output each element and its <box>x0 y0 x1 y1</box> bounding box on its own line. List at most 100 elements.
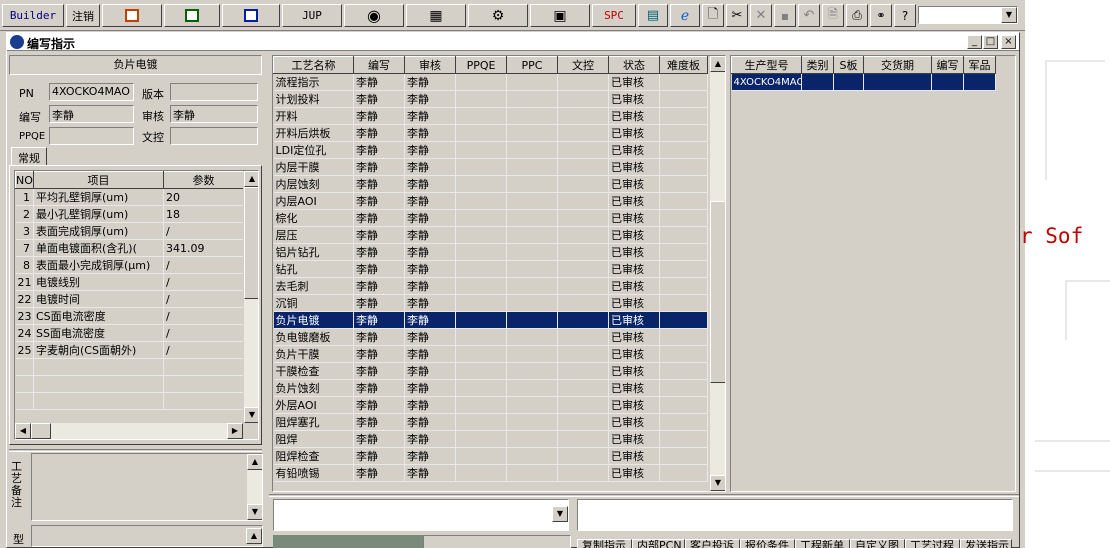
spc-button[interactable]: SPC <box>592 4 636 27</box>
process-header-0[interactable]: 工艺名称 <box>273 56 354 74</box>
process-row[interactable]: 负电镀磨板 李静 李静 已审核 <box>273 328 708 346</box>
process-row[interactable]: LDI定位孔 李静 李静 已审核 <box>273 141 708 159</box>
doc-control-field[interactable] <box>170 127 258 145</box>
product-row[interactable]: 4XOCKO4MAO <box>731 73 996 91</box>
process-header-1[interactable]: 编写 <box>353 56 405 74</box>
process-row[interactable]: 有铅喷锡 李静 李静 已审核 <box>273 464 708 482</box>
scroll-up-icon[interactable]: ▲ <box>247 454 262 470</box>
param-row[interactable]: 3 表面完成铜厚(um) / <box>15 222 244 240</box>
close-x-button[interactable]: ✕ <box>750 4 772 27</box>
presentation-button[interactable] <box>102 4 162 27</box>
product-header-2[interactable]: S板 <box>833 56 864 74</box>
product-header-1[interactable]: 类别 <box>801 56 834 74</box>
process-header-2[interactable]: 审核 <box>404 56 456 74</box>
product-header-4[interactable]: 编写 <box>931 56 964 74</box>
scroll-down-icon[interactable]: ▼ <box>244 407 258 423</box>
scroll-up-icon[interactable]: ▲ <box>710 56 725 72</box>
process-row[interactable]: 外层AOI 李静 李静 已审核 <box>273 396 708 414</box>
process-header-4[interactable]: PPC <box>506 56 558 74</box>
bottom-tab-3[interactable]: 报价条件 <box>740 539 795 548</box>
preview-button[interactable]: 🗎 <box>822 4 844 27</box>
process-header-5[interactable]: 文控 <box>557 56 609 74</box>
process-note-box[interactable]: ▲ ▼ <box>31 453 263 521</box>
pn-field[interactable]: 4XOCKO4MAO <box>49 83 134 101</box>
chevron-down-icon[interactable]: ▼ <box>1001 7 1017 23</box>
bottom-tab-6[interactable]: 工艺过程 <box>905 539 960 548</box>
process-row[interactable]: 内层蚀刻 李静 李静 已审核 <box>273 175 708 193</box>
param-row[interactable]: 23 CS面电流密度 / <box>15 307 244 325</box>
bottom-tab-4[interactable]: 工程新单 <box>795 539 850 548</box>
tab-general[interactable]: 常规 <box>11 147 47 166</box>
process-header-3[interactable]: PPQE <box>455 56 507 74</box>
param-row[interactable]: 25 字麦朝向(CS面朝外) / <box>15 341 244 359</box>
param-row[interactable]: 7 单面电镀面积(含孔)(341.09 <box>15 239 244 257</box>
process-row[interactable]: 负片蚀刻 李静 李静 已审核 <box>273 379 708 397</box>
param-header-1[interactable]: 项目 <box>33 171 164 189</box>
process-row[interactable]: 沉铜 李静 李静 已审核 <box>273 294 708 312</box>
process-row[interactable]: 开料后烘板 李静 李静 已审核 <box>273 124 708 142</box>
process-row[interactable]: 负片电镀 李静 李静 已审核 <box>273 311 708 329</box>
process-row[interactable]: 负片干膜 李静 李静 已审核 <box>273 345 708 363</box>
close-button[interactable]: × <box>1001 35 1016 49</box>
param-row[interactable]: 24 SS面电流密度 / <box>15 324 244 342</box>
process-header-6[interactable]: 状态 <box>608 56 660 74</box>
process-header-7[interactable]: 难度板 <box>659 56 708 74</box>
process-row[interactable]: 阻焊检查 李静 李静 已审核 <box>273 447 708 465</box>
toolbar-combo[interactable]: ▼ <box>918 6 1018 24</box>
param-vscroll[interactable]: ▲ ▼ <box>243 171 258 423</box>
product-header-5[interactable]: 军品 <box>963 56 996 74</box>
param-hscroll[interactable]: ◀ ▶ <box>15 423 243 439</box>
jup-button[interactable]: JUP <box>282 4 342 27</box>
process-row[interactable]: 开料 李静 李静 已审核 <box>273 107 708 125</box>
scroll-up-icon[interactable]: ▲ <box>246 528 262 544</box>
scroll-thumb[interactable] <box>710 201 725 383</box>
bottom-tab-0[interactable]: 复制指示 <box>577 539 632 548</box>
builder-button[interactable]: Builder <box>2 4 64 27</box>
undo-button[interactable]: ↶ <box>798 4 820 27</box>
ppqe-field[interactable] <box>49 127 134 145</box>
review-field[interactable]: 李静 <box>170 105 258 123</box>
process-row[interactable]: 计划投料 李静 李静 已审核 <box>273 90 708 108</box>
process-row[interactable]: 去毛刺 李静 李静 已审核 <box>273 277 708 295</box>
scroll-right-icon[interactable]: ▶ <box>227 423 243 439</box>
print-button[interactable]: ⎙ <box>846 4 868 27</box>
computer-button[interactable]: ▣ <box>530 4 590 27</box>
maximize-button[interactable]: □ <box>983 35 998 49</box>
hscroll-thumb[interactable] <box>31 423 51 439</box>
process-row[interactable]: 流程指示 李静 李静 已审核 <box>273 73 708 91</box>
param-header-0[interactable]: NO <box>15 171 34 189</box>
bottom-tab-7[interactable]: 发送指示 <box>960 539 1012 548</box>
bottom-tab-5[interactable]: 自定义图 <box>850 539 905 548</box>
database-button[interactable]: ▦ <box>406 4 466 27</box>
logout-button[interactable]: 注销 <box>66 4 100 27</box>
process-vscroll[interactable]: ▲ ▼ <box>709 56 725 491</box>
scroll-thumb[interactable] <box>244 187 258 299</box>
process-row[interactable]: 阻焊塞孔 李静 李静 已审核 <box>273 413 708 431</box>
view-button[interactable]: ◉ <box>344 4 404 27</box>
chevron-down-icon[interactable]: ▼ <box>552 506 568 522</box>
scroll-down-icon[interactable]: ▼ <box>710 475 725 491</box>
process-row[interactable]: 干膜检查 李静 李静 已审核 <box>273 362 708 380</box>
type-box[interactable]: ▲ <box>31 525 263 547</box>
version-field[interactable] <box>170 83 258 101</box>
bottom-tab-1[interactable]: 内部PCN <box>632 539 685 548</box>
process-row[interactable]: 层压 李静 李静 已审核 <box>273 226 708 244</box>
process-row[interactable]: 钻孔 李静 李静 已审核 <box>273 260 708 278</box>
process-row[interactable]: 铝片钻孔 李静 李静 已审核 <box>273 243 708 261</box>
word-button[interactable] <box>222 4 280 27</box>
product-header-3[interactable]: 交货期 <box>863 56 932 74</box>
process-row[interactable]: 棕化 李静 李静 已审核 <box>273 209 708 227</box>
process-row[interactable]: 内层AOI 李静 李静 已审核 <box>273 192 708 210</box>
param-row[interactable]: 22 电镀时间 / <box>15 290 244 308</box>
cut-button[interactable]: ✂ <box>726 4 748 27</box>
author-field[interactable]: 李静 <box>49 105 134 123</box>
find-button[interactable]: ⚭ <box>870 4 892 27</box>
param-row[interactable]: 21 电镀线别 / <box>15 273 244 291</box>
minimize-button[interactable]: _ <box>967 35 982 49</box>
new-button[interactable]: 🗋 <box>702 4 724 27</box>
bottom-field[interactable] <box>423 535 571 548</box>
scroll-down-icon[interactable]: ▼ <box>247 504 262 520</box>
excel-button[interactable] <box>164 4 220 27</box>
scroll-up-icon[interactable]: ▲ <box>244 171 258 187</box>
param-row[interactable]: 1 平均孔壁铜厚(um) 20 <box>15 188 244 206</box>
